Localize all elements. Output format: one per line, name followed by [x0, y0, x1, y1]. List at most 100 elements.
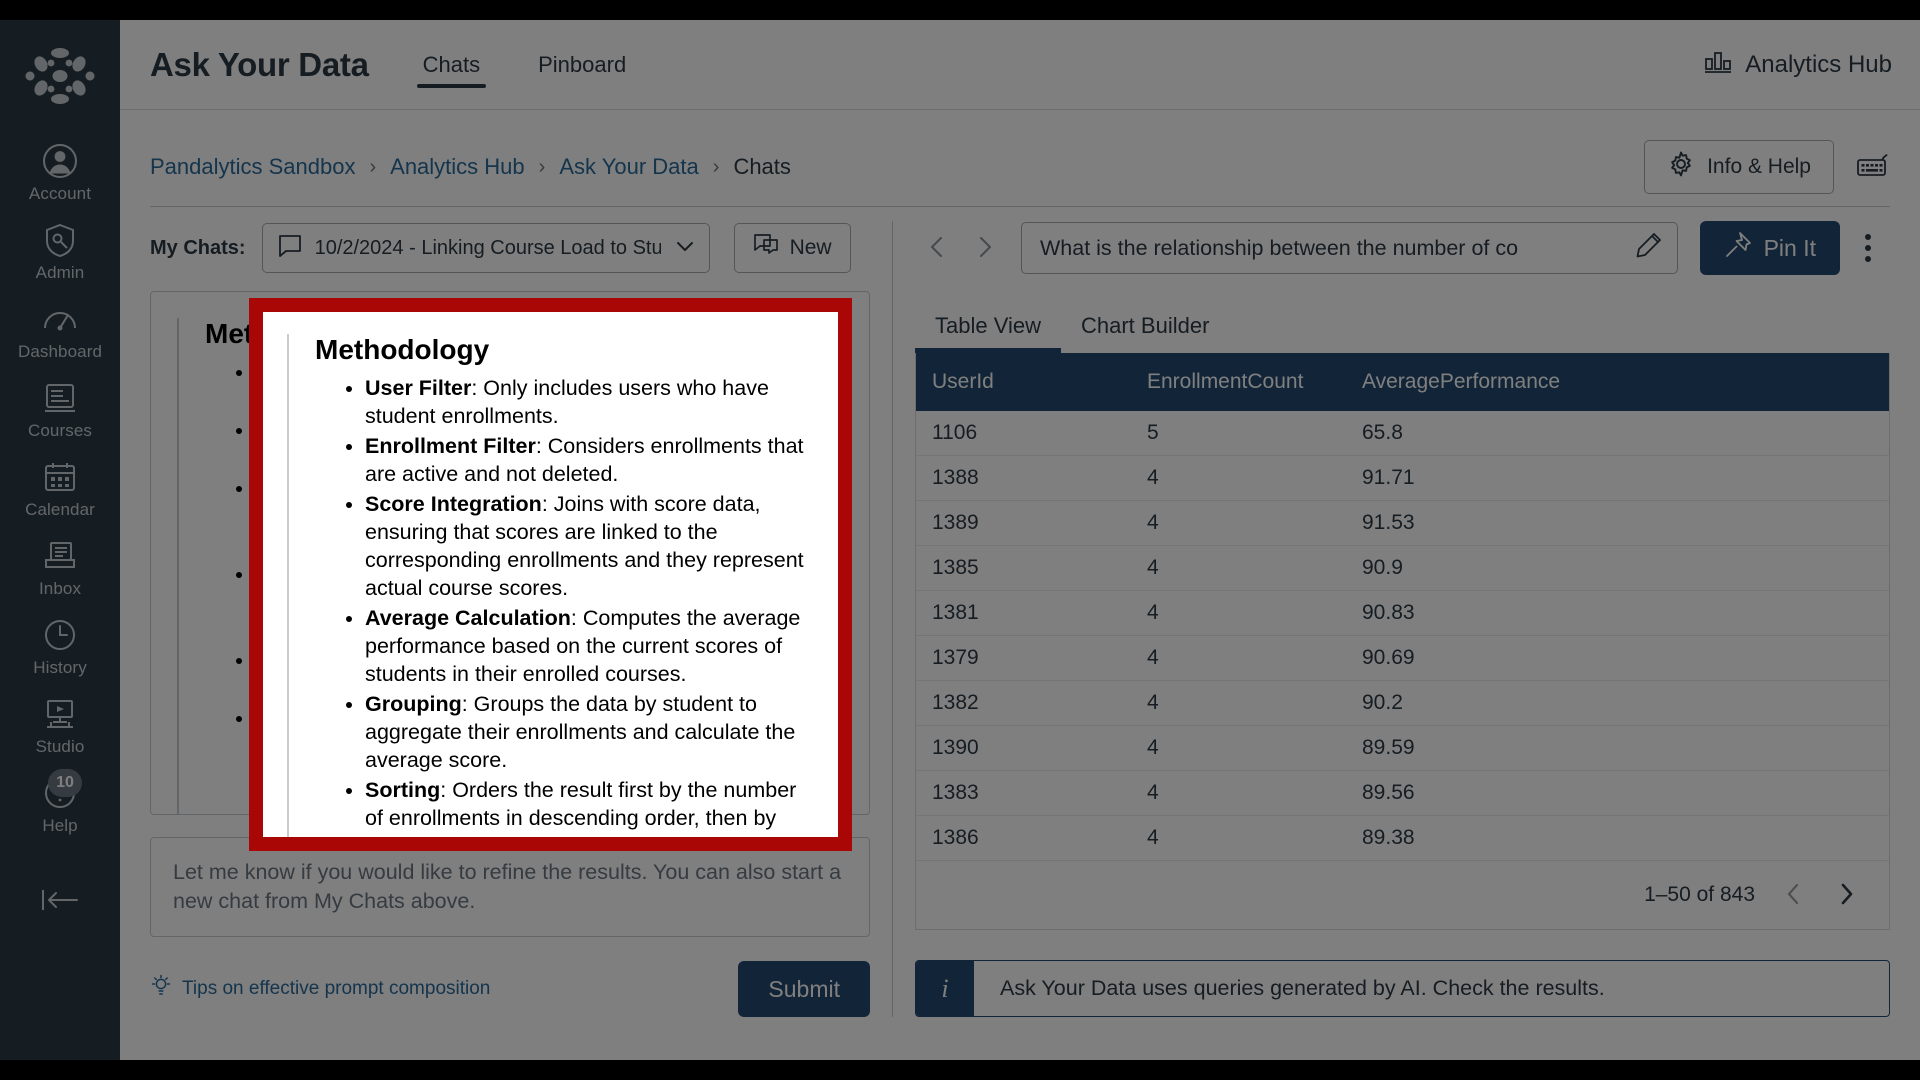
kebab-menu-icon[interactable]	[1846, 224, 1890, 272]
breadcrumb-item-0[interactable]: Pandalytics Sandbox	[150, 154, 355, 180]
new-chat-icon	[753, 232, 779, 264]
cell-enrollmentcount: 4	[1131, 455, 1346, 502]
cell-userid: 1388	[916, 455, 1131, 502]
cell-userid: 1390	[916, 725, 1131, 772]
list-item: User Filter: Only includes users who hav…	[365, 374, 814, 430]
highlighted-methodology-panel: Methodology User Filter: Only includes u…	[263, 312, 838, 837]
cell-averageperformance: 89.59	[1346, 725, 1889, 772]
globalnav-label-courses: Courses	[27, 421, 92, 440]
answer-quote-block-highlight: Methodology User Filter: Only includes u…	[287, 334, 814, 837]
list-item: Score Integration: Joins with score data…	[365, 490, 814, 602]
chat-bubble-icon	[277, 233, 303, 264]
keyboard-icon	[1856, 152, 1890, 183]
bullet-term: Enrollment Filter	[365, 434, 536, 458]
info-help-label: Info & Help	[1707, 155, 1811, 178]
cell-userid: 1382	[916, 680, 1131, 727]
cell-userid: 1381	[916, 590, 1131, 637]
cell-userid: 1386	[916, 815, 1131, 862]
column-header-averageperformance[interactable]: AveragePerformance	[1346, 353, 1889, 412]
prev-question-button[interactable]	[915, 225, 961, 271]
question-row: What is the relationship between the num…	[915, 221, 1890, 275]
submit-button[interactable]: Submit	[738, 961, 870, 1017]
info-help-button[interactable]: Info & Help	[1644, 140, 1834, 194]
tab-chart-builder[interactable]: Chart Builder	[1061, 313, 1229, 353]
breadcrumb-item-3: Chats	[733, 154, 791, 179]
chevron-right-icon	[970, 233, 998, 264]
breadcrumb-item-1[interactable]: Analytics Hub	[390, 154, 525, 180]
my-chats-label: My Chats:	[150, 236, 246, 259]
globalnav-item-inbox[interactable]: Inbox	[0, 527, 120, 606]
globalnav-collapse-button[interactable]	[0, 883, 120, 922]
calendar-icon	[40, 457, 80, 497]
table-row: 1381 4 90.83	[916, 590, 1889, 637]
tips-link[interactable]: Tips on effective prompt composition	[150, 974, 490, 1004]
studio-screen-icon	[40, 694, 80, 734]
list-item: Grouping: Groups the data by student to …	[365, 690, 814, 774]
chat-select-value: 10/2/2024 - Linking Course Load to Stud	[314, 236, 661, 259]
column-header-userid[interactable]: UserId	[916, 353, 1131, 412]
cell-enrollmentcount: 4	[1131, 545, 1346, 592]
globalnav-label-admin: Admin	[35, 263, 85, 282]
pin-it-button[interactable]: Pin It	[1699, 221, 1840, 275]
product-label: Analytics Hub	[1745, 50, 1892, 78]
cell-userid: 1385	[916, 545, 1131, 592]
new-chat-button[interactable]: New	[733, 223, 851, 274]
globalnav-item-courses[interactable]: Courses	[0, 369, 120, 448]
chevron-down-icon	[673, 234, 697, 263]
cell-averageperformance: 90.83	[1346, 590, 1889, 637]
pagination-next-button[interactable]	[1833, 881, 1859, 910]
breadcrumb-item-2[interactable]: Ask Your Data	[559, 154, 698, 180]
globalnav-item-history[interactable]: History	[0, 606, 120, 685]
breadcrumb-separator: ›	[712, 155, 720, 178]
globalnav-item-account[interactable]: Account	[0, 132, 120, 211]
globalnav-label-help: Help	[42, 816, 78, 835]
breadcrumb: Pandalytics Sandbox › Analytics Hub › As…	[120, 110, 1920, 194]
tab-table-view[interactable]: Table View	[915, 313, 1061, 354]
globalnav-item-admin[interactable]: Admin	[0, 211, 120, 290]
question-field[interactable]: What is the relationship between the num…	[1021, 222, 1678, 274]
cell-averageperformance: 89.56	[1346, 770, 1889, 817]
cell-enrollmentcount: 4	[1131, 500, 1346, 547]
cell-userid: 1106	[916, 411, 1131, 457]
globalnav-label-account: Account	[28, 184, 92, 203]
help-badge: 10	[48, 769, 82, 797]
cell-enrollmentcount: 5	[1131, 411, 1346, 457]
question-circle-icon: 10	[40, 769, 82, 813]
breadcrumb-separator: ›	[369, 155, 377, 178]
bullet-term: Average Calculation	[365, 606, 571, 630]
tab-pinboard[interactable]: Pinboard	[532, 42, 632, 88]
cell-userid: 1379	[916, 635, 1131, 682]
result-tabs: Table View Chart Builder	[915, 305, 1890, 354]
results-column: What is the relationship between the num…	[915, 207, 1890, 1017]
globalnav-label-calendar: Calendar	[25, 500, 95, 519]
cell-userid: 1383	[916, 770, 1131, 817]
cell-enrollmentcount: 4	[1131, 770, 1346, 817]
column-header-enrollmentcount[interactable]: EnrollmentCount	[1131, 353, 1346, 412]
ai-disclaimer-text: Ask Your Data uses queries generated by …	[1000, 976, 1605, 1001]
tab-chats[interactable]: Chats	[416, 42, 487, 88]
globalnav-item-help[interactable]: 10 Help	[0, 764, 120, 843]
results-table-head: UserId EnrollmentCount AveragePerformanc…	[916, 353, 1889, 412]
gauge-icon	[40, 299, 80, 339]
prompt-footer: Tips on effective prompt composition Sub…	[150, 961, 870, 1017]
globalnav-item-calendar[interactable]: Calendar	[0, 448, 120, 527]
pencil-icon[interactable]	[1633, 231, 1663, 266]
gear-icon	[1667, 150, 1695, 184]
new-chat-label: New	[789, 236, 832, 260]
pagination-prev-button[interactable]	[1781, 881, 1807, 910]
globalnav-item-dashboard[interactable]: Dashboard	[0, 290, 120, 369]
globalnav-label-history: History	[33, 658, 87, 677]
next-question-button[interactable]	[961, 225, 1007, 271]
column-divider	[892, 221, 893, 1017]
globalnav-item-studio[interactable]: Studio	[0, 685, 120, 764]
chat-select[interactable]: 10/2/2024 - Linking Course Load to Stud	[261, 223, 710, 274]
my-chats-row: My Chats: 10/2/2024 - Linking Course Loa…	[150, 221, 870, 275]
breadcrumb-separator: ›	[538, 155, 546, 178]
cell-averageperformance: 90.2	[1346, 680, 1889, 727]
list-item: Sorting: Orders the result first by the …	[365, 776, 814, 837]
followup-message: Let me know if you would like to refine …	[150, 837, 870, 937]
keyboard-shortcuts-button[interactable]	[1856, 152, 1890, 183]
page-title: Ask Your Data	[150, 45, 369, 83]
pushpin-icon	[1724, 231, 1752, 265]
canvas-logo-icon[interactable]	[18, 42, 102, 110]
